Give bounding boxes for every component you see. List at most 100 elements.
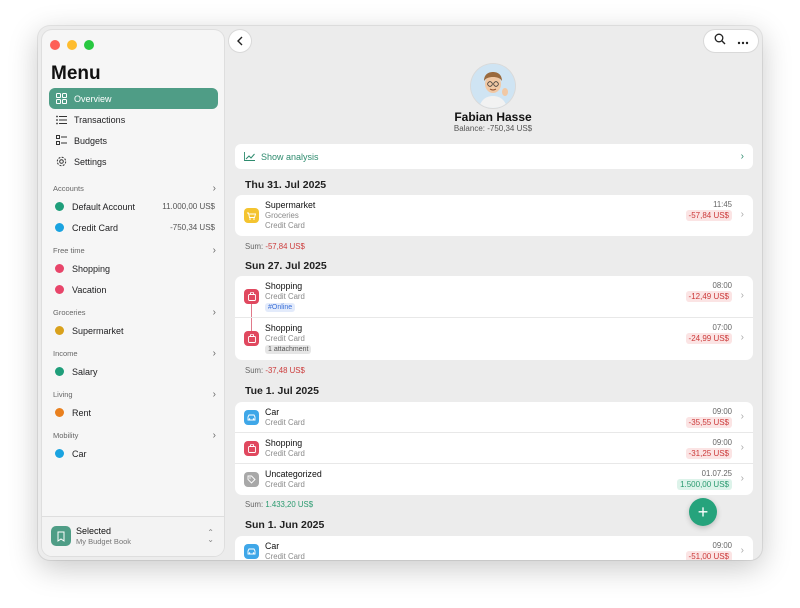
search-icon: [714, 33, 725, 45]
account-item-credit-card[interactable]: Credit Card -750,34 US$: [49, 217, 218, 238]
memoji-avatar-icon: [471, 64, 515, 108]
group-header-groceries[interactable]: Groceries ›: [49, 304, 218, 320]
book-icon: [51, 526, 71, 546]
sum-label: Sum:: [245, 500, 264, 509]
sidebar-item-overview[interactable]: Overview: [49, 88, 218, 109]
search-button[interactable]: [714, 32, 726, 50]
day-header: Sun 27. Jul 2025: [245, 260, 327, 272]
ellipsis-icon: [737, 41, 748, 45]
show-analysis-button[interactable]: Show analysis ›: [235, 144, 753, 169]
avatar[interactable]: [471, 64, 515, 108]
bag-icon: [244, 441, 259, 456]
day-header: Sun 1. Jun 2025: [245, 519, 325, 531]
toolbar-actions: [704, 30, 758, 52]
sidebar-item-budgets[interactable]: Budgets: [49, 130, 218, 151]
chevron-right-icon: ›: [212, 388, 216, 400]
transaction-row[interactable]: Uncategorized Credit Card 01.07.25 1.500…: [235, 464, 753, 495]
back-button[interactable]: [229, 30, 251, 52]
sidebar-item-transactions[interactable]: Transactions: [49, 109, 218, 130]
sidebar-item-label: Budgets: [74, 135, 108, 146]
day-sum: Sum: 1.433,20 US$: [245, 500, 313, 509]
category-label: Salary: [72, 366, 98, 377]
color-dot: [55, 285, 64, 294]
color-dot: [55, 264, 64, 273]
group-header-living[interactable]: Living ›: [49, 386, 218, 402]
transaction-row[interactable]: Shopping Credit Card #Online 08:00 -12,4…: [235, 276, 753, 318]
list-icon: [55, 114, 67, 126]
sum-value: 1.433,20 US$: [265, 500, 314, 509]
transaction-amount: -12,49 US$: [685, 291, 732, 302]
group-header-mobility[interactable]: Mobility ›: [49, 427, 218, 443]
account-label: Default Account: [72, 201, 136, 212]
account-label: Credit Card: [72, 222, 119, 233]
user-name: Fabian Hasse: [454, 110, 532, 124]
attachment-badge[interactable]: 1 attachment: [265, 345, 312, 354]
close-window-button[interactable]: [50, 40, 60, 50]
chevron-right-icon: ›: [740, 332, 744, 343]
transaction-row[interactable]: Shopping Credit Card 1 attachment 07:00 …: [235, 318, 753, 360]
user-balance: Balance: -750,34 US$: [453, 124, 533, 133]
transaction-amount: -24,99 US$: [685, 333, 732, 344]
cart-icon: [244, 208, 259, 223]
sum-label: Sum:: [245, 242, 264, 251]
minimize-window-button[interactable]: [67, 40, 77, 50]
category-item-rent[interactable]: Rent: [49, 402, 218, 423]
group-label: Accounts: [53, 183, 84, 193]
transaction-row[interactable]: Shopping Credit Card 09:00 -31,25 US$ ›: [235, 433, 753, 464]
sidebar-title: Menu: [51, 63, 101, 84]
analysis-label: Show analysis: [261, 151, 319, 162]
transaction-amount: -31,25 US$: [685, 448, 732, 459]
category-item-salary[interactable]: Salary: [49, 361, 218, 382]
sidebar-item-label: Overview: [74, 93, 112, 104]
group-label: Groceries: [53, 307, 86, 317]
transaction-title: Shopping: [265, 438, 303, 448]
group-label: Income: [53, 348, 78, 358]
group-header-accounts[interactable]: Accounts ›: [49, 180, 218, 196]
transaction-row[interactable]: Car Credit Card 09:00 -51,00 US$ ›: [235, 536, 753, 560]
more-button[interactable]: [737, 32, 749, 50]
day-sum: Sum: -37,48 US$: [245, 366, 305, 375]
line-chart-icon: [244, 152, 255, 161]
zoom-window-button[interactable]: [84, 40, 94, 50]
group-header-income[interactable]: Income ›: [49, 345, 218, 361]
category-item-shopping[interactable]: Shopping: [49, 258, 218, 279]
transaction-time: 01.07.25: [701, 469, 732, 478]
chevron-right-icon: ›: [212, 306, 216, 318]
transaction-amount: -57,84 US$: [685, 210, 732, 221]
account-item-default[interactable]: Default Account 11.000,00 US$: [49, 196, 218, 217]
transaction-time: 09:00: [712, 541, 732, 550]
category-item-vacation[interactable]: Vacation: [49, 279, 218, 300]
color-dot: [55, 326, 64, 335]
group-header-free-time[interactable]: Free time ›: [49, 242, 218, 258]
day-card: Shopping Credit Card #Online 08:00 -12,4…: [235, 276, 753, 360]
transaction-row[interactable]: Supermarket Groceries Credit Card 11:45 …: [235, 195, 753, 236]
transaction-account: Credit Card: [265, 292, 305, 301]
add-transaction-button[interactable]: +: [689, 498, 717, 526]
category-item-car[interactable]: Car: [49, 443, 218, 464]
sidebar-groups: Accounts › Default Account 11.000,00 US$ …: [49, 176, 218, 464]
hashtag-badge[interactable]: #Online: [265, 303, 296, 312]
category-label: Supermarket: [72, 325, 124, 336]
transaction-title: Uncategorized: [265, 469, 322, 479]
category-item-supermarket[interactable]: Supermarket: [49, 320, 218, 341]
sidebar-item-settings[interactable]: Settings: [49, 151, 218, 172]
chevron-right-icon: ›: [740, 151, 744, 162]
car-icon: [244, 410, 259, 425]
checklist-icon: [55, 135, 67, 147]
sidebar-item-label: Transactions: [74, 114, 126, 125]
transaction-time: 07:00: [712, 323, 732, 332]
car-icon: [244, 544, 259, 559]
transaction-time: 09:00: [712, 438, 732, 447]
chevron-right-icon: ›: [212, 244, 216, 256]
category-label: Car: [72, 448, 87, 459]
budget-book-selector[interactable]: Selected My Budget Book ⌃ ⌄: [42, 516, 224, 556]
category-label: Rent: [72, 407, 92, 418]
transaction-amount: -51,00 US$: [685, 551, 732, 560]
category-label: Shopping: [72, 263, 111, 274]
transaction-row[interactable]: Car Credit Card 09:00 -35,55 US$ ›: [235, 402, 753, 433]
chevron-right-icon: ›: [212, 347, 216, 359]
chevron-right-icon: ›: [740, 442, 744, 453]
color-dot: [55, 223, 64, 232]
chevron-up-down-icon: ⌃ ⌄: [207, 528, 214, 544]
group-label: Living: [53, 389, 73, 399]
